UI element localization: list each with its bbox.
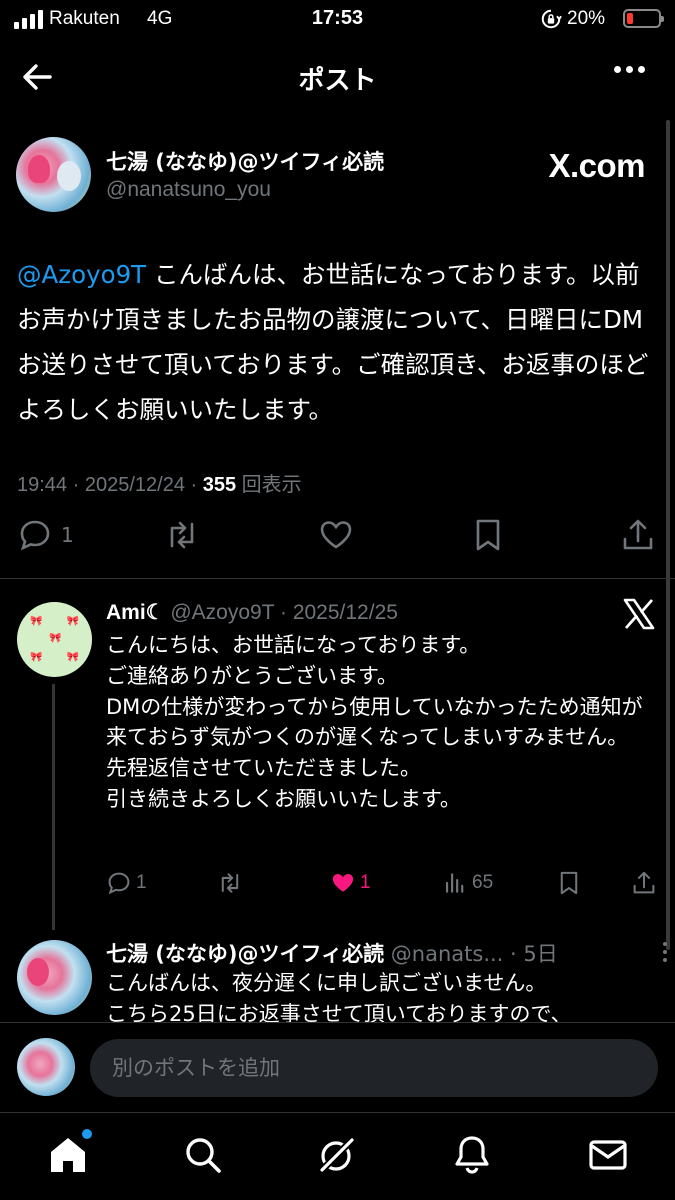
reply-date: 2025/12/25: [292, 601, 398, 624]
divider: [0, 578, 675, 579]
reply-line: 先程返信させていただきました。: [106, 756, 421, 781]
header: ポスト: [0, 40, 675, 112]
reply-line: こんにちは、お世話になっております。: [106, 633, 481, 657]
reply2-more-icon[interactable]: [663, 942, 667, 962]
bookmark-button[interactable]: [470, 517, 506, 553]
home-tab[interactable]: [46, 1129, 92, 1177]
heart-icon: [320, 521, 352, 549]
envelope-icon: [589, 1140, 627, 1170]
author-avatar[interactable]: [16, 137, 91, 212]
bell-icon: [455, 1136, 489, 1174]
bottom-tab-bar: [0, 1112, 675, 1200]
author-name[interactable]: 七湯 (ななゆ)@ツイフィ必読: [106, 146, 384, 176]
reply2-age: 5日: [523, 942, 558, 966]
share-button[interactable]: [620, 517, 656, 553]
view-count: 355: [202, 474, 237, 496]
reply-line: 引き続きよろしくお願いいたします。: [106, 786, 461, 811]
reply2-text: こんばんは、夜分遅くに申し訳ございません。 こちら25日にお返事させて頂いており…: [106, 968, 661, 1022]
reply-like-button[interactable]: 1: [330, 870, 371, 896]
share-icon: [623, 519, 653, 550]
reply2-line: こんばんは、夜分遅くに申し訳ございません。: [106, 971, 547, 995]
reply-views[interactable]: 65: [442, 870, 493, 896]
reply-avatar[interactable]: 🎀 🎀 🎀 🎀 🎀: [17, 602, 92, 677]
reply2-author-name[interactable]: 七湯 (ななゆ)@ツイフィ必読: [106, 942, 384, 966]
repost-icon: [170, 521, 194, 549]
analytics-icon: [445, 873, 464, 893]
more-options-icon[interactable]: [614, 66, 645, 73]
reply2-line: こちら25日にお返事させて頂いておりますので、: [106, 1001, 572, 1022]
post-detail: 七湯 (ななゆ)@ツイフィ必読 @nanatsuno_you X.com @Az…: [0, 112, 675, 1022]
xcom-logo: X.com: [548, 147, 645, 184]
reply-line: DMの仕様が変わってから使用していなかったため通知が来ておらず気がつくのが遅くな…: [106, 694, 643, 750]
reply-reply-count: 1: [136, 872, 147, 893]
author-handle[interactable]: @nanatsuno_you: [106, 178, 271, 202]
my-avatar[interactable]: [17, 1038, 75, 1096]
post-meta: 19:44 · 2025/12/24 · 355 回表示: [17, 474, 302, 496]
reply-icon: [20, 520, 50, 551]
grok-icon: [318, 1136, 356, 1174]
views-label: 回表示: [241, 474, 302, 496]
repost-icon: [221, 873, 239, 893]
battery-percent: 20%: [567, 8, 606, 29]
heart-filled-icon: [332, 873, 354, 892]
notification-dot: [82, 1129, 92, 1139]
reply-author-name[interactable]: Ami☾: [106, 601, 165, 624]
reply2-header: 七湯 (ななゆ)@ツイフィ必読 @nanats... · 5日: [106, 942, 558, 966]
grok-tab[interactable]: [315, 1133, 359, 1177]
bookmark-icon: [560, 871, 578, 895]
reply-button[interactable]: 1: [17, 517, 74, 553]
battery-icon: [623, 9, 664, 28]
bookmark-icon: [476, 519, 500, 551]
reply2-author-handle[interactable]: @nanats...: [391, 942, 504, 966]
reply-reply-button[interactable]: 1: [106, 870, 147, 896]
search-icon: [186, 1138, 221, 1173]
post-actions: 1: [0, 517, 675, 567]
post-text: @Azoyo9T こんばんは、お世話になっております。以前お声かけ頂きましたお品…: [17, 252, 657, 432]
compose-input[interactable]: [90, 1039, 658, 1097]
reply-repost-button[interactable]: [217, 870, 243, 896]
repost-button[interactable]: [164, 517, 200, 553]
search-tab[interactable]: [181, 1133, 225, 1177]
share-icon: [633, 871, 655, 894]
x-logo-icon: [623, 598, 655, 630]
messages-tab[interactable]: [586, 1133, 630, 1177]
post-date: 2025/12/24: [84, 474, 185, 496]
status-bar: Rakuten 4G 17:53 20%: [0, 0, 675, 40]
page-title: ポスト: [298, 66, 377, 96]
reply-share-button[interactable]: [631, 870, 657, 896]
reply-view-count: 65: [472, 872, 494, 893]
notifications-tab[interactable]: [450, 1133, 494, 1177]
home-icon: [51, 1138, 85, 1172]
reply-author-handle[interactable]: @Azoyo9T: [170, 601, 274, 624]
reply-icon: [108, 872, 130, 895]
compose-bar: [0, 1022, 675, 1112]
orientation-lock-icon: [541, 9, 562, 29]
like-button[interactable]: [318, 517, 354, 553]
reply-bookmark-button[interactable]: [556, 870, 582, 896]
reply-header: Ami☾ @Azoyo9T · 2025/12/25: [106, 601, 398, 624]
post-time: 19:44: [17, 474, 68, 496]
reply-text: こんにちは、お世話になっております。 ご連絡ありがとうございます。 DMの仕様が…: [106, 630, 661, 815]
reply-line: ご連絡ありがとうございます。: [106, 663, 398, 688]
reply-actions: 1 1 65: [0, 870, 675, 902]
reply2-avatar[interactable]: [17, 940, 92, 1015]
mention-link[interactable]: @Azoyo9T: [17, 260, 146, 289]
reply-count: 1: [61, 523, 74, 547]
reply-like-count: 1: [360, 872, 371, 893]
